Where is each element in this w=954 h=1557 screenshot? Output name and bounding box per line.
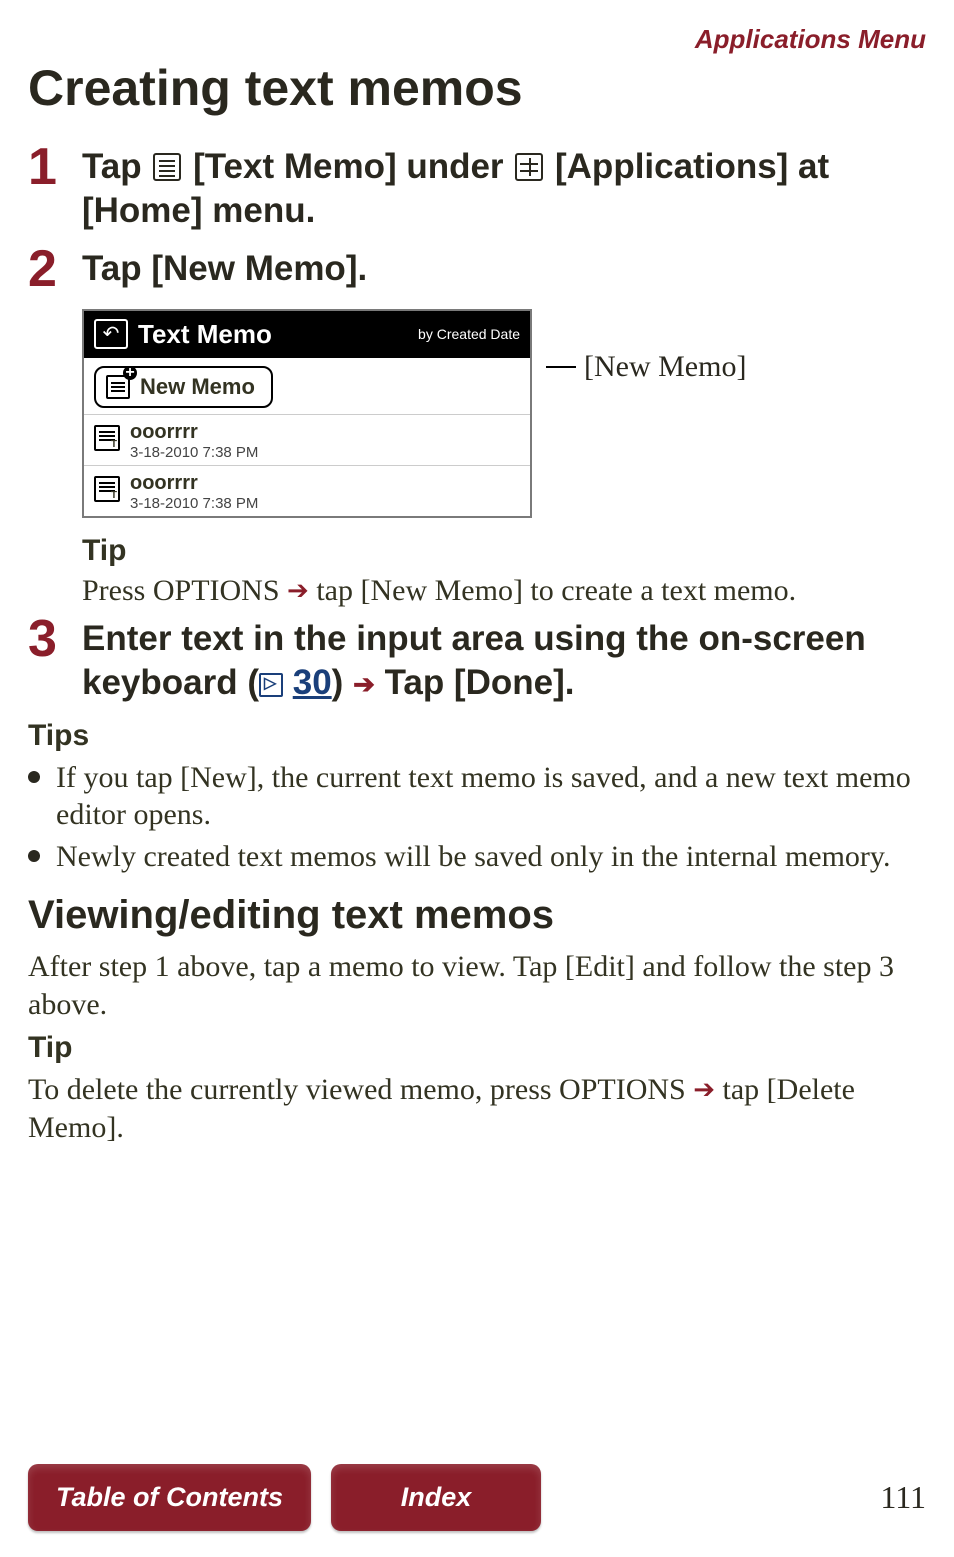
body-text: After step 1 above, tap a memo to view. … [28,948,926,1023]
arrow-right-icon: ➔ [353,669,375,699]
memo-date: 3-18-2010 7:38 PM [130,444,258,461]
new-memo-icon [106,375,130,399]
memo-list-item[interactable]: ooorrrr 3-18-2010 7:38 PM [84,414,530,465]
tip-item: If you tap [New], the current text memo … [28,759,926,834]
tip-item: Newly created text memos will be saved o… [28,838,926,876]
step-text: Tap [Done]. [375,663,575,702]
applications-icon [515,153,543,181]
arrow-right-icon: ➔ [287,576,309,605]
step-2: 2 Tap [New Memo]. [28,247,926,295]
back-button[interactable]: ↶ [94,319,128,349]
new-memo-button[interactable]: New Memo [94,366,273,408]
page-title: Creating text memos [28,59,926,117]
page-number: 111 [880,1479,926,1516]
subsection-title: Viewing/editing text memos [28,893,926,938]
tip-heading: Tip [28,1031,926,1065]
sort-label[interactable]: by Created Date [418,326,520,342]
memo-icon [94,476,120,502]
step-3: 3 Enter text in the input area using the… [28,617,926,705]
index-button[interactable]: Index [331,1464,541,1531]
screenshot-figure: ↶ Text Memo by Created Date New Memo ooo… [82,309,926,518]
arrow-right-icon: ➔ [693,1075,715,1104]
back-arrow-icon: ↶ [103,324,120,344]
mock-title: Text Memo [138,319,408,350]
step-number: 2 [28,243,82,295]
tip-text: To delete the currently viewed memo, pre… [28,1071,926,1146]
memo-list-item[interactable]: ooorrrr 3-18-2010 7:38 PM [84,465,530,516]
step-text: [Text Memo] under [183,147,513,186]
tips-list: If you tap [New], the current text memo … [28,759,926,876]
step-text: ) [332,663,353,702]
memo-icon [94,425,120,451]
memo-date: 3-18-2010 7:38 PM [130,495,258,512]
step-1: 1 Tap [Text Memo] under [Applications] a… [28,145,926,233]
step-text: Tap [82,147,151,186]
text-memo-icon [153,153,181,181]
tip-text: Press OPTIONS ➔ tap [New Memo] to create… [82,572,926,610]
memo-title: ooorrrr [130,472,258,495]
toc-button[interactable]: Table of Contents [28,1464,311,1531]
page-ref-link[interactable]: 30 [293,663,332,702]
text-memo-app-mock: ↶ Text Memo by Created Date New Memo ooo… [82,309,532,518]
callout-label: [New Memo] [576,350,746,384]
new-memo-label: New Memo [140,374,255,400]
memo-title: ooorrrr [130,421,258,444]
step-number: 1 [28,141,82,193]
step-number: 3 [28,613,82,665]
header-breadcrumb[interactable]: Applications Menu [28,24,926,55]
tips-heading: Tips [28,719,926,753]
tip-heading: Tip [82,534,926,568]
step-text: Tap [New Memo]. [82,247,926,291]
page-ref-icon [259,673,283,697]
